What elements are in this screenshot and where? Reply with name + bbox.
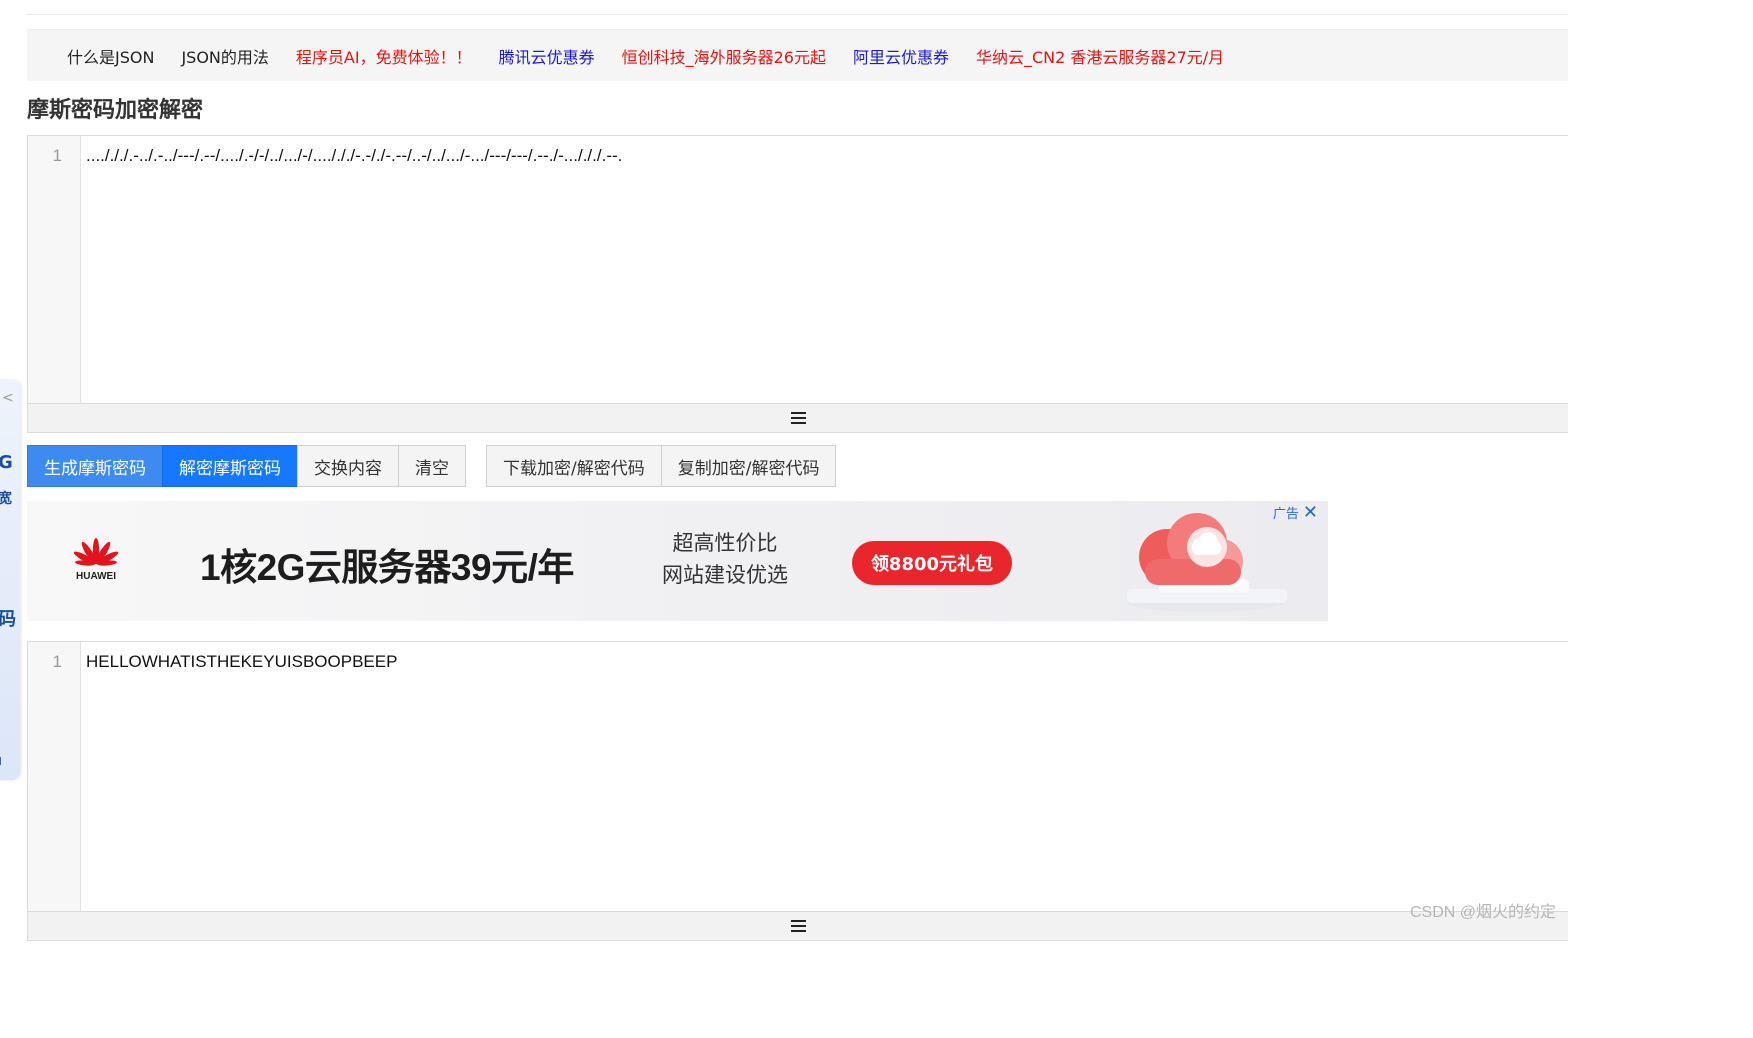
input-text[interactable]: ..../././.-../.-../---/.--/..../.-/-/../… bbox=[86, 146, 1558, 166]
close-icon[interactable]: ✕ bbox=[1303, 503, 1318, 522]
code-button-group: 下载加密/解密代码 复制加密/解密代码 bbox=[486, 445, 837, 487]
chevron-left-icon[interactable]: < bbox=[2, 390, 14, 406]
clear-button[interactable]: 清空 bbox=[398, 445, 466, 487]
cloud-illustration-icon bbox=[1097, 505, 1297, 621]
ad-banner[interactable]: HUAWEI 1核2G云服务器39元/年 超高性价比 网站建设优选 领8800元… bbox=[27, 501, 1328, 621]
ad-brand: HUAWEI bbox=[76, 571, 116, 582]
side-glyph: G bbox=[0, 452, 13, 473]
nav-link-tencent-coupon[interactable]: 腾讯云优惠券 bbox=[499, 44, 595, 68]
line-gutter: 1 bbox=[28, 642, 81, 912]
huawei-logo: HUAWEI bbox=[71, 537, 121, 582]
ad-cta-button[interactable]: 领8800元礼包 bbox=[852, 541, 1012, 585]
nav-link-aliyun-coupon[interactable]: 阿里云优惠券 bbox=[853, 44, 949, 68]
ad-label-text: 广告 bbox=[1272, 507, 1299, 522]
side-floating-widget[interactable]: < G 宽 码 l bbox=[0, 380, 20, 780]
output-resize-handle[interactable] bbox=[28, 911, 1568, 940]
line-gutter: 1 bbox=[28, 136, 81, 404]
nav-link-programmer-ai[interactable]: 程序员AI，免费体验！！ bbox=[296, 44, 472, 68]
copy-code-button[interactable]: 复制加密/解密代码 bbox=[660, 445, 837, 487]
nav-link-hengchuang[interactable]: 恒创科技_海外服务器26元起 bbox=[622, 44, 826, 68]
ad-label: 广告 ✕ bbox=[1273, 503, 1318, 522]
nav-link-what-is-json[interactable]: 什么是JSON bbox=[67, 44, 154, 68]
line-number: 1 bbox=[52, 146, 62, 165]
nav-link-huanayun[interactable]: 华纳云_CN2 香港云服务器27元/月 bbox=[976, 44, 1224, 68]
encode-morse-button[interactable]: 生成摩斯密码 bbox=[27, 445, 163, 487]
drag-handle-icon bbox=[790, 920, 806, 932]
side-glyph: 宽 bbox=[0, 491, 12, 507]
download-code-button[interactable]: 下载加密/解密代码 bbox=[486, 445, 662, 487]
swap-content-button[interactable]: 交换内容 bbox=[297, 445, 399, 487]
top-divider bbox=[27, 14, 1568, 15]
top-nav: 什么是JSON JSON的用法 程序员AI，免费体验！！ 腾讯云优惠券 恒创科技… bbox=[27, 29, 1568, 81]
input-editor[interactable]: 1 ..../././.-../.-../---/.--/..../.-/-/.… bbox=[27, 135, 1568, 433]
line-number: 1 bbox=[52, 652, 62, 671]
input-resize-handle[interactable] bbox=[28, 403, 1568, 432]
output-text[interactable]: HELLOWHATISTHEKEYUISBOOPBEEP bbox=[86, 652, 1558, 672]
ad-headline: 1核2G云服务器39元/年 bbox=[200, 547, 574, 588]
output-editor[interactable]: 1 HELLOWHATISTHEKEYUISBOOPBEEP bbox=[27, 641, 1568, 941]
side-glyph: l bbox=[0, 755, 2, 768]
drag-handle-icon bbox=[790, 412, 806, 424]
decode-morse-button[interactable]: 解密摩斯密码 bbox=[162, 445, 298, 487]
nav-link-json-usage[interactable]: JSON的用法 bbox=[181, 44, 268, 68]
watermark: CSDN @烟火的约定 bbox=[1409, 904, 1556, 921]
huawei-flower-icon bbox=[73, 538, 119, 566]
action-button-group: 生成摩斯密码 解密摩斯密码 交换内容 清空 bbox=[27, 445, 466, 487]
ad-sub-line-2: 网站建设优选 bbox=[662, 563, 788, 587]
ad-subtext: 超高性价比 网站建设优选 bbox=[659, 527, 791, 591]
page-title: 摩斯密码加密解密 bbox=[27, 98, 204, 123]
ad-sub-line-1: 超高性价比 bbox=[672, 531, 778, 555]
side-glyph: 码 bbox=[0, 609, 16, 630]
